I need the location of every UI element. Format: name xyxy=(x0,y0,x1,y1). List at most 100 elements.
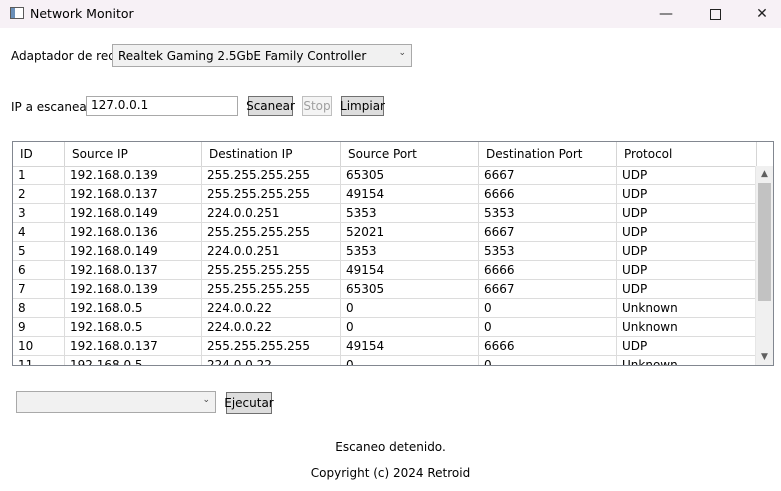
column-header[interactable]: Destination IP xyxy=(202,142,341,166)
table-cell: 5 xyxy=(13,242,65,261)
table-row[interactable]: 7 192.168.0.139 255.255.255.255 65305 6667 UD… xyxy=(13,280,757,299)
scroll-down-icon[interactable]: ▼ xyxy=(756,349,773,365)
maximize-icon xyxy=(709,8,721,20)
maximize-button[interactable] xyxy=(692,0,738,28)
table-cell: 255.255.255.255 xyxy=(202,280,341,299)
ip-label: IP a escanear: xyxy=(11,100,96,114)
table-row[interactable]: 11 192.168.0.5 224.0.0.22 0 0 Unknown xyxy=(13,356,757,365)
column-header[interactable]: Protocol xyxy=(617,142,757,166)
close-icon: ✕ xyxy=(756,6,768,22)
adapter-select[interactable]: Realtek Gaming 2.5GbE Family Controller … xyxy=(112,44,412,67)
window-title: Network Monitor xyxy=(30,6,134,21)
table-cell: 49154 xyxy=(341,261,479,280)
table-header: ID Source IP Destination IP Source Port Dest… xyxy=(13,142,757,167)
adapter-selected-value: Realtek Gaming 2.5GbE Family Controller xyxy=(118,48,367,63)
table-cell: UDP xyxy=(617,204,757,223)
table-cell: 192.168.0.139 xyxy=(65,280,202,299)
table-cell: 224.0.0.22 xyxy=(202,356,341,365)
table-cell: 0 xyxy=(479,356,617,365)
table-cell: 224.0.0.251 xyxy=(202,204,341,223)
table-cell: 0 xyxy=(341,356,479,365)
copyright-text: Copyright (c) 2024 Retroid xyxy=(310,466,471,480)
run-button[interactable]: Ejecutar xyxy=(224,392,274,414)
table-cell: 0 xyxy=(479,299,617,318)
scroll-thumb[interactable] xyxy=(758,183,771,301)
stop-button[interactable]: Stop xyxy=(302,96,332,116)
table-cell: UDP xyxy=(617,337,757,356)
adapter-label: Adaptador de red: xyxy=(11,49,120,63)
ip-input[interactable]: 127.0.0.1 xyxy=(86,96,238,116)
command-select[interactable]: ⌄ xyxy=(16,391,216,413)
column-header[interactable]: Source Port xyxy=(341,142,479,166)
table-cell: 192.168.0.137 xyxy=(65,261,202,280)
table-cell: Unknown xyxy=(617,356,757,365)
table-row[interactable]: 9 192.168.0.5 224.0.0.22 0 0 Unknown xyxy=(13,318,757,337)
table-cell: 255.255.255.255 xyxy=(202,223,341,242)
table-cell: Unknown xyxy=(617,299,757,318)
table-cell: 6667 xyxy=(479,223,617,242)
table-cell: 5353 xyxy=(341,242,479,261)
status-text: Escaneo detenido. xyxy=(335,440,446,454)
table-row[interactable]: 10 192.168.0.137 255.255.255.255 49154 6666 U… xyxy=(13,337,757,356)
close-button[interactable]: ✕ xyxy=(739,0,781,28)
table-cell: 224.0.0.22 xyxy=(202,318,341,337)
table-cell: 6667 xyxy=(479,280,617,299)
app-window-icon xyxy=(10,7,24,19)
table-cell: 11 xyxy=(13,356,65,365)
table-cell: 3 xyxy=(13,204,65,223)
table-cell: 9 xyxy=(13,318,65,337)
table-cell: 192.168.0.137 xyxy=(65,185,202,204)
table-cell: 255.255.255.255 xyxy=(202,261,341,280)
table-row[interactable]: 4 192.168.0.136 255.255.255.255 52021 6667 UD… xyxy=(13,223,757,242)
table-cell: 6666 xyxy=(479,261,617,280)
table-cell: 224.0.0.22 xyxy=(202,299,341,318)
table-cell: 0 xyxy=(341,318,479,337)
table-cell: 0 xyxy=(479,318,617,337)
table-cell: 6 xyxy=(13,261,65,280)
table-cell: 192.168.0.136 xyxy=(65,223,202,242)
table-cell: 0 xyxy=(341,299,479,318)
table-cell: 192.168.0.5 xyxy=(65,318,202,337)
table-cell: 6667 xyxy=(479,166,617,185)
column-header[interactable]: ID xyxy=(13,142,65,166)
table-cell: UDP xyxy=(617,166,757,185)
table-cell: Unknown xyxy=(617,318,757,337)
table-row[interactable]: 8 192.168.0.5 224.0.0.22 0 0 Unknown xyxy=(13,299,757,318)
table-row[interactable]: 5 192.168.0.149 224.0.0.251 5353 5353 UDP xyxy=(13,242,757,261)
minimize-icon: — xyxy=(659,6,673,22)
table-row[interactable]: 2 192.168.0.137 255.255.255.255 49154 6666 UD… xyxy=(13,185,757,204)
table-cell: 6666 xyxy=(479,337,617,356)
table-cell: 65305 xyxy=(341,166,479,185)
table-cell: 1 xyxy=(13,166,65,185)
column-header[interactable]: Destination Port xyxy=(479,142,617,166)
packet-table[interactable]: ID Source IP Destination IP Source Port Dest… xyxy=(12,141,774,366)
table-cell: UDP xyxy=(617,261,757,280)
table-row[interactable]: 3 192.168.0.149 224.0.0.251 5353 5353 UDP xyxy=(13,204,757,223)
table-row[interactable]: 6 192.168.0.137 255.255.255.255 49154 6666 UD… xyxy=(13,261,757,280)
table-cell: 10 xyxy=(13,337,65,356)
clear-button[interactable]: Limpiar xyxy=(340,96,385,116)
table-cell: 6666 xyxy=(479,185,617,204)
table-cell: 5353 xyxy=(341,204,479,223)
table-cell: 224.0.0.251 xyxy=(202,242,341,261)
table-cell: UDP xyxy=(617,242,757,261)
table-cell: 192.168.0.149 xyxy=(65,204,202,223)
table-cell: 8 xyxy=(13,299,65,318)
table-cell: 192.168.0.149 xyxy=(65,242,202,261)
scan-button[interactable]: Scanear xyxy=(246,96,295,116)
vertical-scrollbar[interactable]: ▲ ▼ xyxy=(755,166,773,365)
minimize-button[interactable]: — xyxy=(643,0,689,28)
table-cell: UDP xyxy=(617,223,757,242)
table-cell: 7 xyxy=(13,280,65,299)
column-header[interactable]: Source IP xyxy=(65,142,202,166)
table-cell: UDP xyxy=(617,185,757,204)
chevron-down-icon: ⌄ xyxy=(398,48,406,58)
table-cell: 52021 xyxy=(341,223,479,242)
table-row[interactable]: 1 192.168.0.139 255.255.255.255 65305 6667 UD… xyxy=(13,166,757,185)
scroll-up-icon[interactable]: ▲ xyxy=(756,166,773,182)
table-cell: 65305 xyxy=(341,280,479,299)
table-cell: 192.168.0.139 xyxy=(65,166,202,185)
table-cell: 255.255.255.255 xyxy=(202,337,341,356)
table-cell: UDP xyxy=(617,280,757,299)
title-bar: Network Monitor — ✕ xyxy=(0,0,781,28)
